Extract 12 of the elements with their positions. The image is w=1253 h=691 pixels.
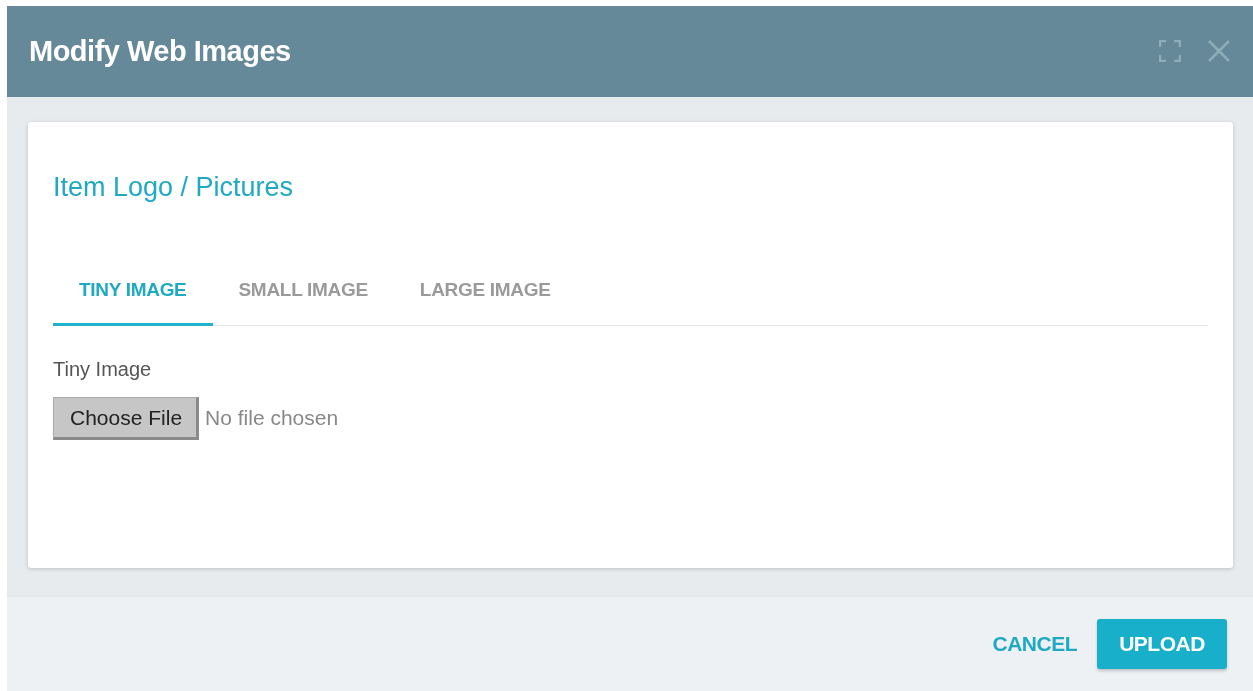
upload-button[interactable]: UPLOAD xyxy=(1097,618,1227,669)
dialog-title: Modify Web Images xyxy=(29,34,292,68)
file-status: No file chosen xyxy=(205,406,339,430)
cancel-button[interactable]: CANCEL xyxy=(992,621,1077,666)
maximize-icon[interactable] xyxy=(1159,40,1181,63)
tab[interactable]: SMALL IMAGE xyxy=(212,278,394,326)
tab[interactable]: LARGE IMAGE xyxy=(393,278,577,326)
choose-file-button[interactable]: Choose File xyxy=(53,396,200,440)
close-icon[interactable] xyxy=(1207,39,1231,64)
field-label: Tiny Image xyxy=(53,357,153,381)
section-title: Item Logo / Pictures xyxy=(53,171,295,203)
tab[interactable]: TINY IMAGE xyxy=(53,278,213,326)
